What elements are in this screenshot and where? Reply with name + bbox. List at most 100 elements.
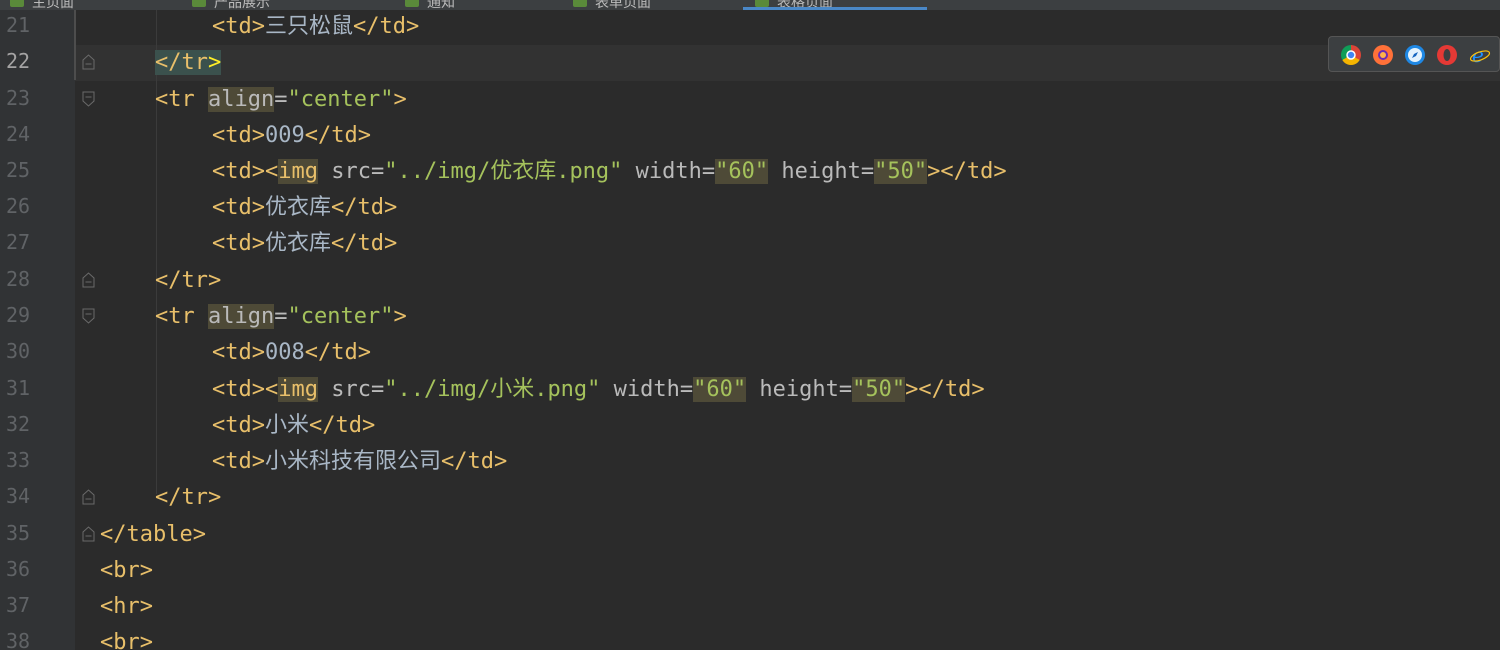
token-eq: = (274, 304, 288, 329)
line-number: 37 (6, 593, 31, 617)
code-line-current[interactable]: 22 </tr> (0, 45, 1500, 81)
line-number: 23 (6, 86, 31, 110)
opera-icon[interactable] (1437, 45, 1457, 65)
code-line[interactable]: 34 </tr> (0, 480, 1500, 516)
token-bracket: < (264, 377, 279, 402)
token-string: "../img/小米.png" (384, 377, 601, 402)
token-tag: <td> (212, 195, 265, 220)
fold-end-icon[interactable] (82, 54, 95, 70)
token-tag: </td> (304, 123, 371, 148)
token-bracket: > (905, 377, 919, 402)
fold-end-icon[interactable] (82, 489, 95, 505)
code-line[interactable]: 36 <br> (0, 553, 1500, 589)
line-number: 21 (6, 13, 31, 37)
code-text: </tr> (155, 48, 222, 78)
code-text: <td>小米科技有限公司</td> (212, 447, 507, 477)
token-tag: </tr (155, 485, 208, 510)
code-line[interactable]: 27 <td>优衣库</td> (0, 226, 1500, 262)
fold-end-icon[interactable] (82, 272, 95, 288)
code-line[interactable]: 38 <br> (0, 625, 1500, 650)
token-eq: = (679, 377, 694, 402)
token-text: 优衣库 (264, 231, 331, 256)
token-tag: </td> (353, 14, 420, 39)
line-number: 33 (6, 448, 31, 472)
token-tag: <td> (212, 231, 265, 256)
code-line[interactable]: 35 </table> (0, 517, 1500, 553)
code-text: <td>优衣库</td> (212, 193, 397, 223)
token-text: 008 (264, 340, 305, 365)
token-string: "center" (287, 304, 394, 329)
code-editor[interactable]: 主页面 产品展示 通知 表单页面 表格页面 21 <td>三只松鼠</td> 2… (0, 0, 1500, 650)
code-line[interactable]: 32 <td>小米</td> (0, 408, 1500, 444)
token-tag: </td> (304, 340, 371, 365)
token-string: "center" (287, 87, 394, 112)
code-line[interactable]: 25 <td><img src="../img/优衣库.png" width="… (0, 154, 1500, 190)
fold-end-icon[interactable] (82, 526, 95, 542)
token-text: 009 (264, 123, 305, 148)
code-line[interactable]: 31 <td><img src="../img/小米.png" width="6… (0, 372, 1500, 408)
token-eq: = (370, 159, 385, 184)
token-tag: </tr (155, 268, 208, 293)
token-tag: <tr (155, 304, 195, 329)
token-string: "50" (874, 159, 928, 184)
line-number: 24 (6, 122, 31, 146)
code-line[interactable]: 28 </tr> (0, 263, 1500, 299)
code-line[interactable]: 37 <hr> (0, 589, 1500, 625)
code-line[interactable]: 30 <td>008</td> (0, 335, 1500, 371)
token-tag: <td> (212, 449, 265, 474)
fold-start-icon[interactable] (82, 308, 95, 324)
code-text: <br> (100, 628, 153, 650)
code-line[interactable]: 29 <tr align="center"> (0, 299, 1500, 335)
html-file-icon (755, 0, 769, 7)
line-number: 36 (6, 557, 31, 581)
token-tag: </td> (331, 195, 398, 220)
code-line[interactable]: 21 <td>三只松鼠</td> (0, 9, 1500, 45)
code-line[interactable]: 24 <td>009</td> (0, 118, 1500, 154)
token-text: 优衣库 (264, 195, 331, 220)
code-text: <tr align="center"> (155, 302, 407, 332)
line-number: 32 (6, 412, 31, 436)
token-tag-matched: </tr (155, 50, 208, 75)
code-text: <td>优衣库</td> (212, 229, 397, 259)
code-line[interactable]: 26 <td>优衣库</td> (0, 190, 1500, 226)
token-tag-name: img (278, 159, 318, 184)
code-line[interactable]: 33 <td>小米科技有限公司</td> (0, 444, 1500, 480)
html-file-icon (10, 0, 24, 7)
safari-icon[interactable] (1405, 45, 1425, 65)
code-text: <td>三只松鼠</td> (212, 12, 419, 42)
code-text: <td><img src="../img/小米.png" width="60" … (212, 375, 985, 405)
token-tag: <td> (212, 340, 265, 365)
token-bracket: > (207, 485, 222, 510)
html-file-icon (405, 0, 419, 7)
code-text: <td>009</td> (212, 121, 371, 151)
code-text: <hr> (100, 592, 153, 622)
token-bracket-matched: > (207, 50, 222, 75)
token-tag: <td> (212, 14, 265, 39)
token-bracket: > (207, 268, 222, 293)
token-attribute: align (208, 304, 275, 329)
token-string: "50" (852, 377, 906, 402)
code-line[interactable]: 23 <tr align="center"> (0, 82, 1500, 118)
ie-icon[interactable]: e (1469, 43, 1491, 67)
token-tag: <td> (212, 413, 265, 438)
line-number: 31 (6, 376, 31, 400)
fold-start-icon[interactable] (82, 91, 95, 107)
token-attribute: src (331, 159, 371, 184)
token-tag: <tr (155, 87, 195, 112)
firefox-icon[interactable] (1373, 45, 1393, 65)
line-number: 22 (6, 49, 31, 73)
code-text: <br> (100, 556, 153, 586)
token-tag: </td> (331, 231, 398, 256)
token-bracket: < (264, 159, 279, 184)
token-eq: = (838, 377, 853, 402)
line-number: 34 (6, 484, 31, 508)
token-tag: </td> (441, 449, 508, 474)
token-tag: <br> (100, 630, 153, 650)
line-number: 38 (6, 629, 31, 650)
token-eq: = (860, 159, 875, 184)
code-text: <td><img src="../img/优衣库.png" width="60"… (212, 157, 1007, 187)
chrome-icon[interactable] (1341, 45, 1361, 65)
token-eq: = (701, 159, 716, 184)
browser-preview-toolbar: e (1328, 36, 1500, 72)
token-tag: <td> (212, 159, 265, 184)
